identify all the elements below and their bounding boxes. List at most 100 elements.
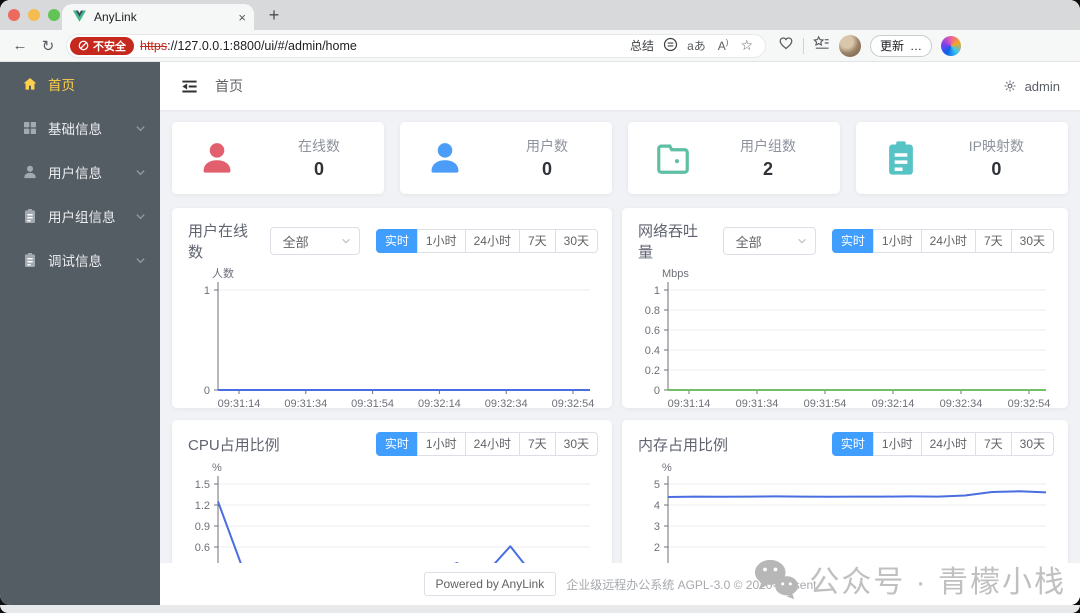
back-icon[interactable]: ← [10, 37, 30, 54]
time-filter-button[interactable]: 1小时 [872, 432, 922, 456]
time-filter-button[interactable]: 30天 [554, 229, 598, 253]
time-filter-button[interactable]: 实时 [375, 432, 418, 456]
translate-icon[interactable]: aあ [684, 37, 709, 54]
svg-text:2: 2 [654, 542, 660, 554]
favorite-star-icon[interactable]: ☆ [737, 37, 756, 54]
browser-window: AnyLink × + ← ↻ 不安全 https://127.0.0.1:88… [0, 0, 1080, 605]
time-filter-button[interactable]: 实时 [831, 229, 874, 253]
security-badge[interactable]: 不安全 [70, 36, 134, 55]
svg-text:0: 0 [204, 385, 210, 397]
address-bar[interactable]: 不安全 https://127.0.0.1:8800/ui/#/admin/ho… [66, 33, 766, 58]
svg-text:09:31:54: 09:31:54 [351, 398, 394, 408]
summarize-button[interactable]: 总结 [627, 37, 657, 54]
chart-title: CPU占用比例 [188, 436, 280, 454]
toolbar-divider [803, 37, 804, 54]
svg-text:09:32:54: 09:32:54 [552, 398, 595, 408]
svg-text:1: 1 [204, 285, 210, 297]
update-button[interactable]: 更新 … [870, 34, 933, 57]
svg-text:%: % [212, 462, 222, 474]
line-chart: Mbps 0 0.2 0.4 0.6 0.8 1 09:31:14 09:31:34 09:31:… [645, 268, 1051, 408]
zoom-window-button[interactable] [48, 9, 60, 21]
sidebar-item-用户组信息[interactable]: 用户组信息 [0, 194, 160, 238]
url-text: https://127.0.0.1:8800/ui/#/admin/home [140, 38, 357, 53]
main-content: 首页 admin 在线数 0 用户数 0 用户组数 2 IP映射数 0 用户在线数 全部 实时 1小… [160, 62, 1080, 605]
profile-avatar[interactable] [839, 34, 861, 57]
browser-essentials-icon[interactable] [778, 35, 794, 56]
collapse-menu-icon[interactable] [180, 77, 199, 96]
sidebar-item-基础信息[interactable]: 基础信息 [0, 106, 160, 150]
time-filter-button[interactable]: 1小时 [416, 229, 466, 253]
time-filter-button[interactable]: 1小时 [872, 229, 922, 253]
svg-text:%: % [662, 462, 672, 474]
time-filter-button[interactable]: 24小时 [920, 229, 976, 253]
time-filter-button[interactable]: 24小时 [464, 432, 520, 456]
svg-text:5: 5 [654, 479, 660, 491]
group-filter-select[interactable]: 全部 [269, 227, 360, 255]
user-icon [22, 164, 38, 180]
stat-label: 用户数 [526, 138, 568, 154]
stat-card-用户组数: 用户组数 2 [628, 122, 840, 194]
svg-text:3: 3 [654, 521, 660, 533]
gear-icon[interactable] [1003, 79, 1017, 93]
time-filter-button[interactable]: 1小时 [416, 432, 466, 456]
browser-tab[interactable]: AnyLink × [62, 4, 254, 30]
time-filter-button[interactable]: 实时 [375, 229, 418, 253]
tab-close-icon[interactable]: × [238, 10, 246, 25]
refresh-icon[interactable]: ↻ [38, 37, 58, 55]
time-filter-button[interactable]: 30天 [1010, 229, 1054, 253]
sidebar-item-label: 首页 [48, 78, 75, 93]
sidebar-item-首页[interactable]: 首页 [0, 62, 160, 106]
copilot-icon[interactable] [941, 35, 962, 56]
time-filter-button[interactable]: 30天 [554, 432, 598, 456]
svg-text:0.8: 0.8 [645, 305, 660, 317]
sidebar-item-调试信息[interactable]: 调试信息 [0, 238, 160, 282]
svg-text:1.5: 1.5 [195, 479, 210, 491]
read-aloud-icon[interactable]: A) [715, 38, 732, 53]
svg-text:09:32:54: 09:32:54 [1008, 398, 1051, 408]
sidebar-item-label: 用户组信息 [48, 210, 116, 225]
breadcrumb[interactable]: 首页 [215, 76, 243, 96]
svg-text:Mbps: Mbps [662, 268, 689, 280]
chevron-down-icon [341, 236, 351, 246]
chart-title: 用户在线数 [188, 223, 249, 261]
time-filter-button[interactable]: 实时 [831, 432, 874, 456]
svg-text:0.6: 0.6 [195, 542, 210, 554]
time-filter-button[interactable]: 7天 [974, 229, 1012, 253]
group-filter-select[interactable]: 全部 [722, 227, 816, 255]
chart-panel-online-users: 用户在线数 全部 实时 1小时 24小时 7天 30天 人数 0 1 09:31:14 09:31:3… [172, 208, 612, 408]
stat-card-在线数: 在线数 0 [172, 122, 384, 194]
new-tab-button[interactable]: + [262, 3, 286, 27]
sidebar-menu: 首页基础信息 用户信息用户组信息调试信息 [0, 62, 160, 605]
line-chart: 人数 0 1 09:31:14 09:31:34 09:31:54 09:32:14 09:3… [204, 267, 595, 408]
time-filter-button[interactable]: 7天 [518, 432, 556, 456]
stat-card-用户数: 用户数 0 [400, 122, 612, 194]
svg-text:09:32:14: 09:32:14 [872, 398, 915, 408]
close-window-button[interactable] [8, 9, 20, 21]
favorites-bar-icon[interactable] [813, 35, 830, 56]
chart-title: 内存占用比例 [638, 436, 729, 454]
svg-text:09:31:14: 09:31:14 [668, 398, 711, 408]
chart-title: 网络吞吐量 [638, 223, 699, 261]
time-filter-button[interactable]: 7天 [974, 432, 1012, 456]
time-filter-button[interactable]: 24小时 [920, 432, 976, 456]
time-filter-button[interactable]: 30天 [1010, 432, 1054, 456]
copilot-summarize-icon[interactable] [663, 37, 678, 55]
watermark-text: 公众号 · 青檬小栈 [809, 566, 1066, 599]
vue-logo-icon [72, 10, 87, 24]
minimize-window-button[interactable] [28, 9, 40, 21]
svg-text:0.4: 0.4 [645, 345, 660, 357]
app-header: 首页 admin [160, 62, 1080, 110]
time-filter-button[interactable]: 24小时 [464, 229, 520, 253]
svg-text:09:31:14: 09:31:14 [218, 398, 261, 408]
time-filter-button[interactable]: 7天 [518, 229, 556, 253]
tab-strip: AnyLink × + [0, 0, 1080, 30]
select-value: 全部 [282, 234, 309, 250]
sidebar-item-用户信息[interactable]: 用户信息 [0, 150, 160, 194]
more-icon[interactable]: … [910, 39, 922, 53]
wechat-icon [753, 558, 799, 600]
username-menu[interactable]: admin [1025, 79, 1060, 94]
powered-by-badge: Powered by AnyLink [423, 572, 557, 596]
svg-text:09:31:54: 09:31:54 [804, 398, 847, 408]
stat-value: 0 [541, 159, 552, 179]
svg-text:人数: 人数 [212, 267, 234, 280]
